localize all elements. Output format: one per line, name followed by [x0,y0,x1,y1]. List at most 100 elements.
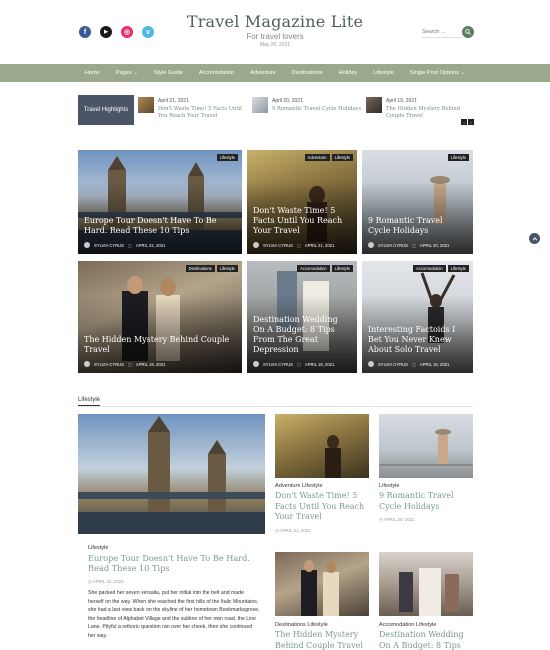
post-author[interactable]: SYLVIA CYRUS [378,362,408,367]
post-meta: SYLVIA CYRUS ▢ APRIL 21, 2021 [253,242,334,248]
highlight-item[interactable]: April 20, 2021 9 Romantic Travel Cycle H… [252,97,364,121]
nav-item-label: Single Post Options [409,70,459,76]
post-author[interactable]: SYLVIA CYRUS [263,243,293,248]
site-header: f ▶ ◎ v Travel Magazine Lite For travel … [0,0,550,64]
post-date: APRIL 21, 2021 [304,242,335,248]
post-excerpt: She packed her seven versalia, put her i… [88,590,260,639]
highlight-title[interactable]: 9 Romantic Travel Cycle Holidays [272,106,364,113]
post-category[interactable]: Accomodation Lifestyle [379,622,437,628]
chevron-left-icon[interactable]: ‹ [461,119,467,125]
post-title[interactable]: Don't Waste Time! 5 Facts Until You Reac… [253,206,351,236]
category-tags: Lifestyle [447,154,469,161]
post-title[interactable]: Destination Wedding On A Budget: 8 Tips … [253,315,351,355]
clock-icon: ◷ [379,517,383,522]
nav-item-lifestyle[interactable]: Lifestyle [365,70,402,76]
clock-icon: ◷ [275,528,279,533]
post-date: APRIL 16, 2021 [419,361,450,367]
nav-item-accomodation[interactable]: Accomodation [191,70,242,76]
highlight-title[interactable]: Don't Waste Time! 5 Facts Until You Reac… [158,106,250,120]
featured-post-card[interactable]: Lifestyle Europe Tour Doesn't Have To Be… [78,150,242,254]
highlight-date: April 19, 2021 [386,98,417,104]
post-date-text: APRIL 22, 2021 [92,579,124,584]
nav-item-holiday[interactable]: Holiday [331,70,366,76]
category-tag[interactable]: Destinations [185,265,215,272]
category-tag[interactable]: Accomodation [413,265,446,272]
post-date: APRIL 22, 2021 [135,242,166,248]
nav-item-pages[interactable]: Pages ⌄ [108,70,146,76]
search-input[interactable] [422,26,462,38]
search-icon [465,29,471,35]
avatar [368,361,374,367]
post-thumbnail[interactable] [275,552,369,616]
post-date: ◷ APRIL 20, 2021 [379,517,415,523]
post-thumbnail[interactable] [379,414,473,478]
calendar-icon: ▢ [127,361,132,367]
post-author[interactable]: SYLVIA CYRUS [94,243,124,248]
travel-highlights: Travel Highlights April 21, 2021 Don't W… [78,95,474,125]
post-thumbnail[interactable] [379,552,473,616]
category-tag[interactable]: Lifestyle [216,265,238,272]
nav-item-home[interactable]: Home [77,70,108,76]
post-title[interactable]: Destination Wedding On A Budget: 8 Tips … [379,630,474,650]
post-title[interactable]: 9 Romantic Travel Cycle Holidays [368,216,467,236]
post-date: ◷ APRIL 21, 2021 [275,528,311,534]
section-title[interactable]: Lifestyle [78,397,101,406]
featured-post-card[interactable]: Lifestyle 9 Romantic Travel Cycle Holida… [362,150,473,254]
post-title[interactable]: Don't Waste Time! 5 Facts Until You Reac… [275,491,370,523]
nav-item-destinations[interactable]: Destinations [284,70,331,76]
post-category[interactable]: Adventure Lifestyle [275,483,323,489]
post-category[interactable]: Lifestyle [88,545,109,551]
avatar [84,361,90,367]
highlight-item[interactable]: April 19, 2021 The Hidden Mystery Behind… [366,97,474,121]
category-tag[interactable]: Lifestyle [331,265,353,272]
post-meta: SYLVIA CYRUS ▢ APRIL 22, 2021 [84,242,165,248]
lifestyle-main-image[interactable] [78,414,265,534]
calendar-icon: ▢ [127,242,132,248]
post-title[interactable]: Interesting Factoids I Bet You Never Kne… [368,325,467,355]
search-button[interactable] [462,26,474,38]
post-author[interactable]: SYLVIA CYRUS [263,362,293,367]
current-date: May 20, 2021 [259,42,291,48]
highlights-arrows: ‹ › [461,119,474,125]
post-title[interactable]: 9 Romantic Travel Cycle Holidays [379,491,474,512]
calendar-icon: ▢ [411,242,416,248]
category-tag[interactable]: Lifestyle [447,154,469,161]
post-title[interactable]: The Hidden Mystery Behind Couple Travel [275,630,370,650]
search-form [422,26,474,38]
highlight-thumbnail [366,97,382,113]
post-meta: SYLVIA CYRUS ▢ APRIL 19, 2021 [84,361,165,367]
post-author[interactable]: SYLVIA CYRUS [378,243,408,248]
post-title[interactable]: The Hidden Mystery Behind Couple Travel [84,335,236,355]
post-meta: SYLVIA CYRUS ▢ APRIL 18, 2021 [253,361,334,367]
avatar [253,361,259,367]
scroll-to-top-button[interactable] [529,233,540,244]
featured-post-card[interactable]: Accomodation Lifestyle Destination Weddin… [247,261,357,373]
post-category[interactable]: Destinations Lifestyle [275,622,328,628]
clock-icon: ◷ [88,579,92,584]
featured-post-card[interactable]: Accomodation Lifestyle Interesting Factoi… [362,261,473,373]
category-tag[interactable]: Lifestyle [216,154,238,161]
category-tag[interactable]: Lifestyle [331,154,353,161]
chevron-down-icon: ⌄ [133,70,138,76]
highlight-title[interactable]: The Hidden Mystery Behind Couple Travel [386,106,478,120]
highlight-date: April 20, 2021 [272,98,303,104]
category-tag[interactable]: Lifestyle [447,265,469,272]
post-thumbnail[interactable] [275,414,369,478]
nav-item-style-guide[interactable]: Style Guide [146,70,191,76]
post-title[interactable]: Europe Tour Doesn't Have To Be Hard. Rea… [88,553,260,573]
category-tag[interactable]: Accomodation [297,265,330,272]
featured-post-card[interactable]: Destinations Lifestyle The Hidden Mystery… [78,261,242,373]
post-date: APRIL 20, 2021 [419,242,450,248]
nav-item-single-post-options[interactable]: Single Post Options ⌄ [402,70,473,76]
highlight-item[interactable]: April 21, 2021 Don't Waste Time! 5 Facts… [138,97,250,121]
post-title[interactable]: Europe Tour Doesn't Have To Be Hard. Rea… [84,216,236,236]
featured-post-card[interactable]: Adventure Lifestyle Don't Waste Time! 5 F… [247,150,357,254]
nav-item-adventure[interactable]: Adventure [242,70,284,76]
woman-beach-image [379,429,473,466]
post-category[interactable]: Lifestyle [379,483,400,489]
post-meta: SYLVIA CYRUS ▢ APRIL 16, 2021 [368,361,449,367]
woman-field-image [325,435,341,478]
category-tag[interactable]: Adventure [304,154,330,161]
post-author[interactable]: SYLVIA CYRUS [94,362,124,367]
chevron-right-icon[interactable]: › [468,119,474,125]
